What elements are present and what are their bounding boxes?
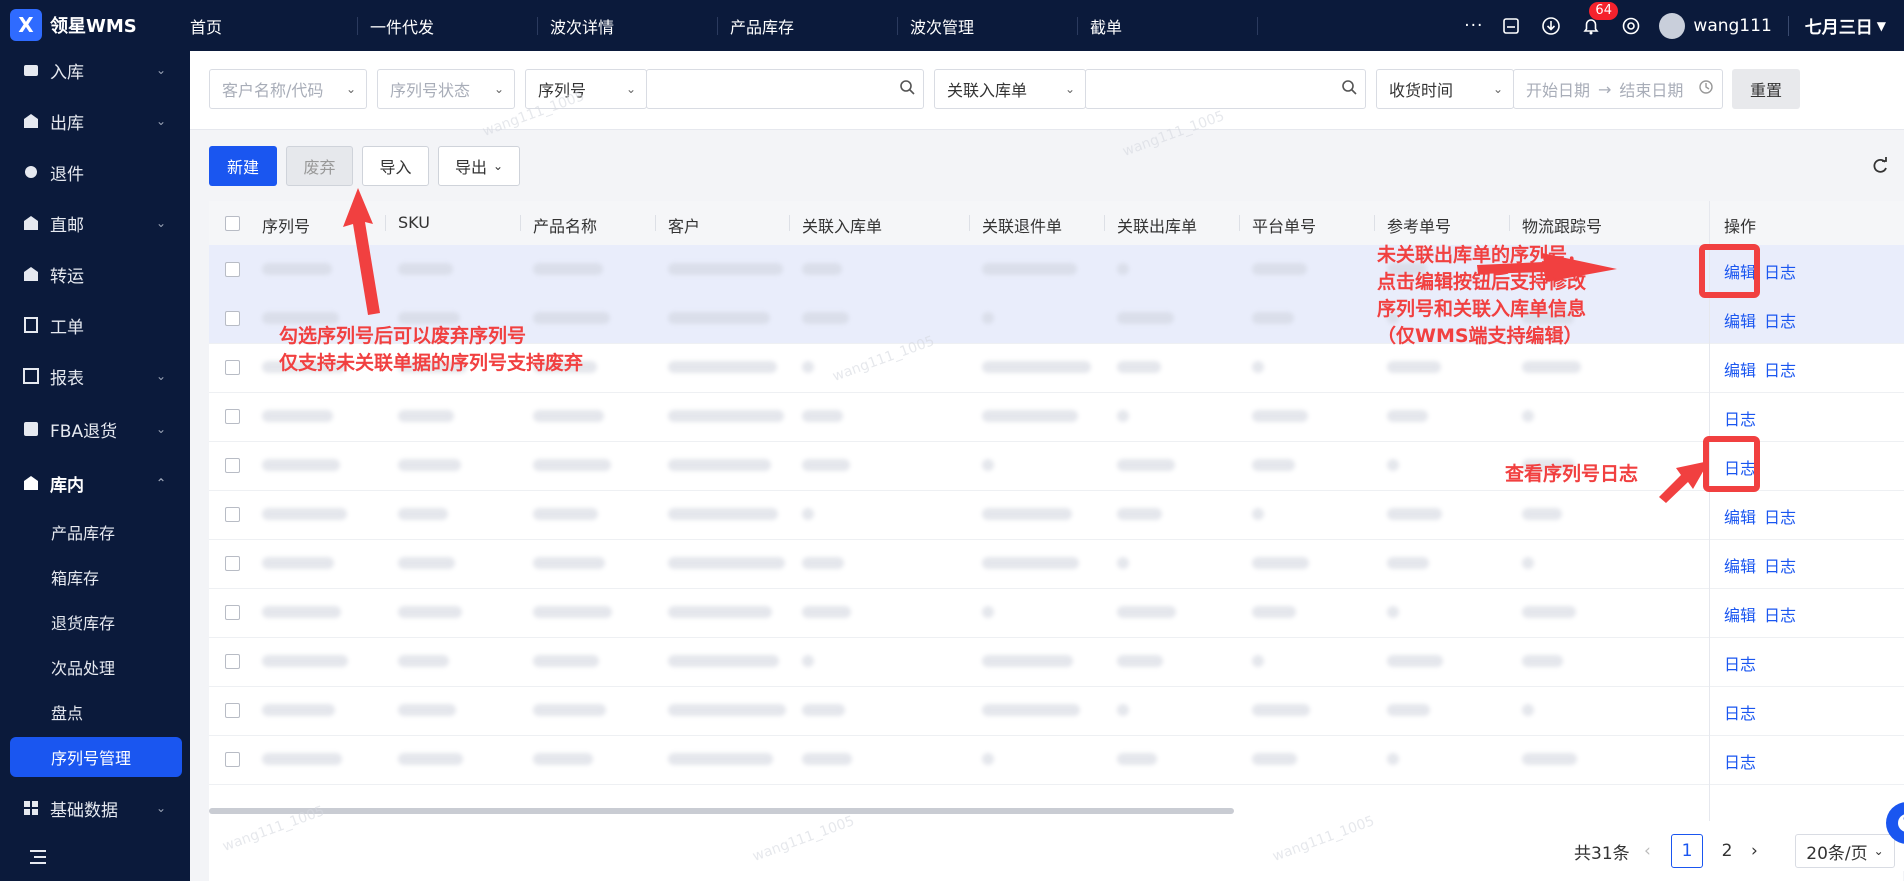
inbound-icon [22, 61, 40, 79]
bell-icon[interactable]: 64 [1579, 1, 1618, 38]
top-navbar: X 领星WMS 首页 一件代发 波次详情 产品库存 波次管理 截单 ··· 64… [0, 0, 1904, 51]
sidebar-item-basic-data[interactable]: 基础数据 ⌄ [0, 790, 190, 826]
date-selector[interactable]: 七月三日 ▼ [1805, 13, 1886, 38]
warehouse-icon [22, 474, 40, 492]
sidebar-subitem-serial-management[interactable]: 序列号管理 [10, 737, 182, 777]
chevron-down-icon: ⌄ [156, 216, 167, 230]
amazon-icon [22, 420, 40, 438]
sidebar-subitem-return-inventory[interactable]: 退货库存 [10, 602, 182, 642]
tab-wave-detail[interactable]: 波次详情 [550, 14, 730, 38]
chevron-down-icon: ⌄ [156, 114, 167, 128]
tab-wave-management[interactable]: 波次管理 [910, 14, 1090, 38]
tab-cutoff[interactable]: 截单 [1090, 14, 1270, 38]
sidebar-item-work-order[interactable]: 工单 [0, 307, 190, 343]
settings-icon[interactable] [1619, 14, 1643, 38]
sidebar-item-return[interactable]: 退件 [0, 154, 190, 190]
sidebar-subitem-stocktake[interactable]: 盘点 [10, 692, 182, 732]
edit-annotation: 未关联出库单的序列号， 点击编辑按钮后支持修改 序列号和关联入库单信息 （仅WM… [1377, 244, 1587, 347]
sidebar-subitem-defective[interactable]: 次品处理 [10, 647, 182, 687]
sidebar-item-warehouse[interactable]: 库内 ⌃ [0, 465, 190, 501]
sidebar-item-transit[interactable]: 转运 [0, 256, 190, 292]
caret-down-icon: ▼ [1876, 18, 1886, 33]
top-right-tools: ··· 64 wang111 七月三日 ▼ [1464, 0, 1886, 51]
app-logo[interactable]: X 领星WMS [10, 8, 137, 42]
sidebar-item-outbound[interactable]: 出库 ⌄ [0, 103, 190, 139]
outbound-icon [22, 112, 40, 130]
notification-count-badge: 64 [1589, 1, 1618, 20]
user-menu[interactable]: wang111 [1659, 12, 1772, 39]
tab-dropship[interactable]: 一件代发 [370, 14, 550, 38]
sidebar-subitem-product-inventory[interactable]: 产品库存 [10, 512, 182, 552]
reports-icon [22, 367, 40, 385]
printer-icon[interactable] [1499, 14, 1523, 38]
sidebar: 入库 ⌄ 出库 ⌄ 退件 直邮 ⌄ 转运 工单 报表 ⌄ FBA退货 ⌄ 库内 … [0, 51, 190, 881]
app-title: 领星WMS [50, 16, 137, 37]
arrow-to-discard [343, 188, 380, 315]
top-nav-tabs: 首页 一件代发 波次详情 产品库存 波次管理 截单 [190, 0, 1270, 51]
direct-mail-icon [22, 214, 40, 232]
annotation-arrows [343, 188, 1709, 503]
work-order-icon [22, 316, 40, 334]
main-content: 客户名称/代码 ⌄ 序列号状态 ⌄ 序列号 ⌄ 关联入库单 ⌄ 收货时间 ⌄ 开… [190, 51, 1904, 881]
username: wang111 [1693, 15, 1772, 36]
download-icon[interactable] [1539, 14, 1563, 38]
sidebar-item-reports[interactable]: 报表 ⌄ [0, 358, 190, 394]
transit-icon [22, 265, 40, 283]
chevron-down-icon: ⌄ [156, 801, 167, 815]
grid-icon [22, 799, 40, 817]
avatar [1659, 12, 1686, 39]
arrow-to-log [1659, 461, 1709, 503]
sidebar-item-fba-return[interactable]: FBA退货 ⌄ [0, 411, 190, 447]
return-icon [22, 163, 40, 181]
divider [1787, 15, 1789, 36]
discard-annotation: 勾选序列号后可以废弃序列号 仅支持未关联单据的序列号支持废弃 [279, 325, 584, 374]
chevron-up-icon: ⌃ [156, 476, 167, 490]
sidebar-item-inbound[interactable]: 入库 ⌄ [0, 52, 190, 88]
logo-icon: X [10, 9, 42, 41]
date-label: 七月三日 [1804, 18, 1873, 38]
log-annotation: 查看序列号日志 [1505, 463, 1639, 485]
chevron-down-icon: ⌄ [156, 422, 167, 436]
tab-home[interactable]: 首页 [190, 14, 370, 38]
chevron-down-icon: ⌄ [156, 369, 167, 383]
sidebar-item-direct-mail[interactable]: 直邮 ⌄ [0, 205, 190, 241]
chevron-down-icon: ⌄ [156, 63, 167, 77]
tab-product-inventory[interactable]: 产品库存 [730, 14, 910, 38]
sidebar-subitem-box-inventory[interactable]: 箱库存 [10, 557, 182, 597]
collapse-menu-icon[interactable] [28, 848, 48, 870]
more-icon[interactable]: ··· [1464, 16, 1483, 36]
